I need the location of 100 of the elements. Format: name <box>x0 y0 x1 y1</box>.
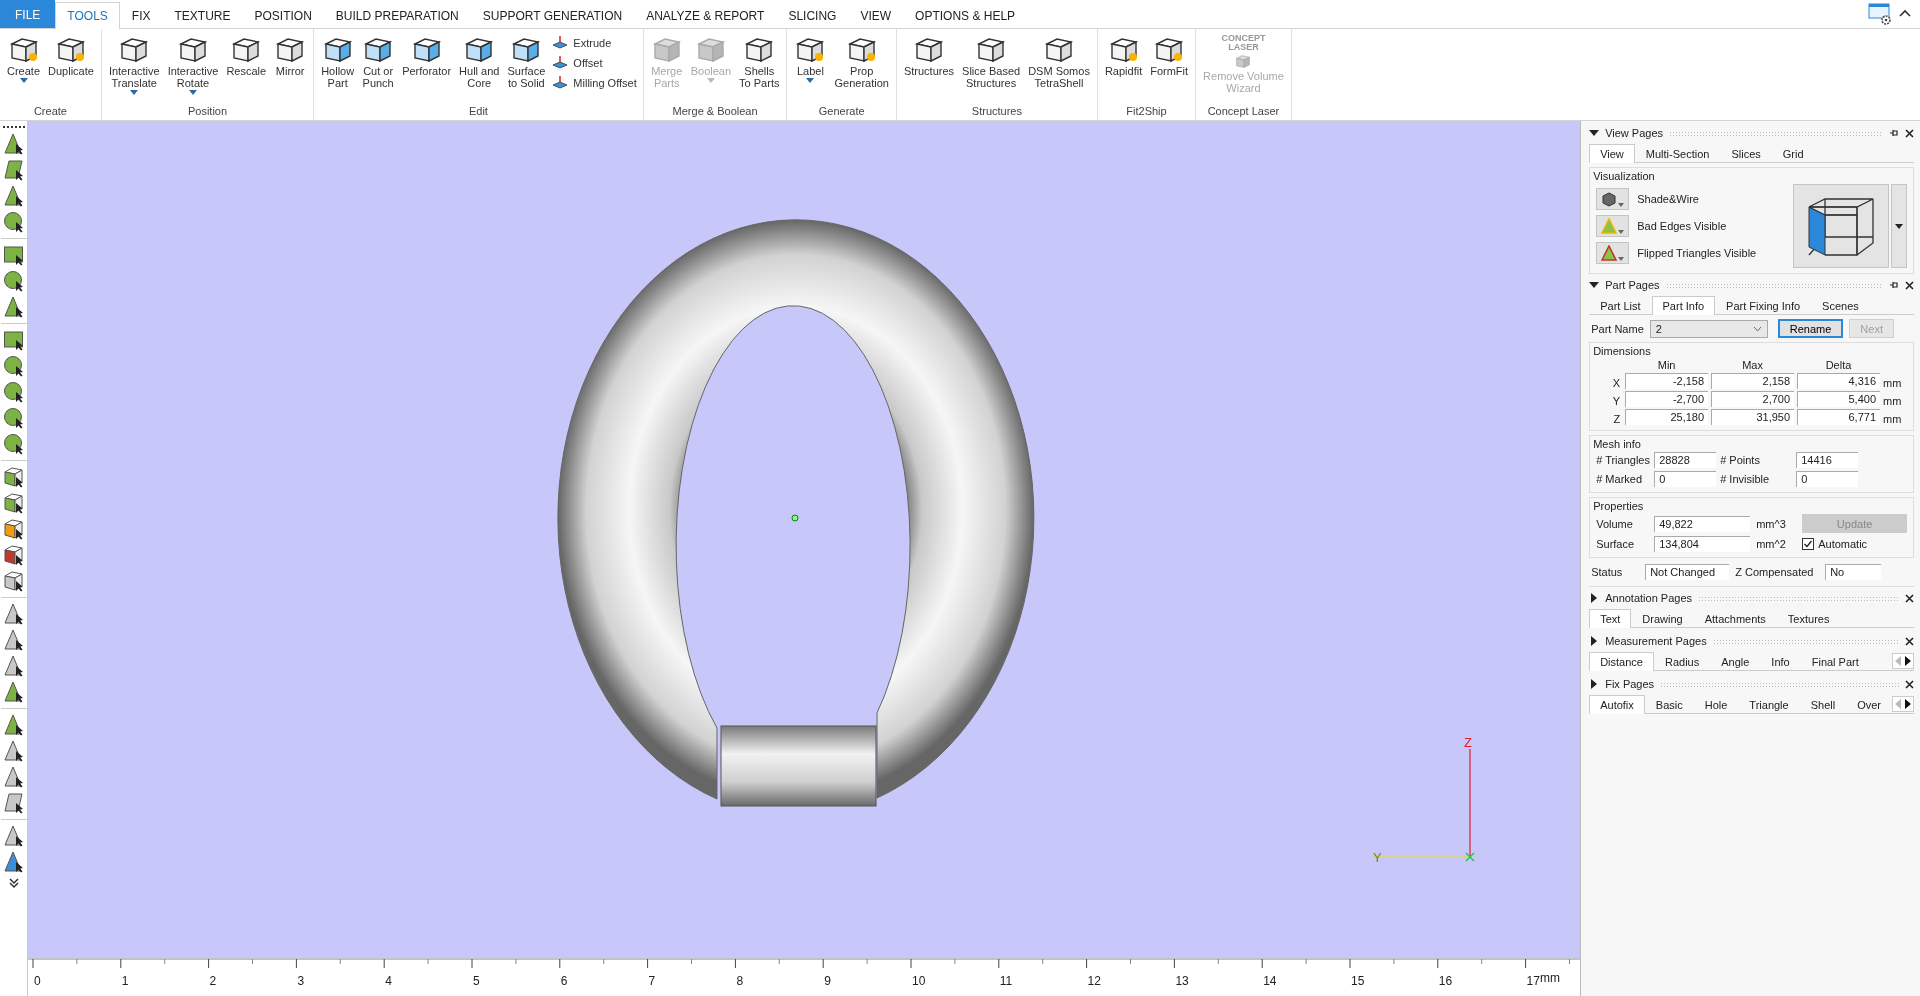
menu-tab[interactable]: VIEW <box>848 2 904 28</box>
page-tab[interactable]: Radius <box>1653 652 1711 671</box>
circle-tool-icon[interactable] <box>2 381 25 403</box>
window-settings-icon[interactable] <box>1868 3 1892 25</box>
page-tab[interactable]: Attachments <box>1693 609 1777 628</box>
ribbon-tool-button[interactable]: Structures <box>899 31 959 77</box>
page-tab[interactable]: Grid <box>1771 144 1815 163</box>
menu-tab[interactable]: SUPPORT GENERATION <box>470 2 635 28</box>
ribbon-tool-button[interactable]: Rescale <box>222 31 271 77</box>
value-field[interactable]: 0 <box>1654 471 1717 487</box>
close-icon[interactable] <box>1905 128 1914 138</box>
ribbon-tool-button[interactable]: Shells To Parts <box>735 31 784 89</box>
menu-tab[interactable]: SLICING <box>776 2 849 28</box>
pin-icon[interactable] <box>1889 280 1899 290</box>
cube-tool-icon[interactable] <box>2 492 25 514</box>
triangle-tool-icon[interactable] <box>2 603 25 625</box>
triangle-tool-icon[interactable] <box>2 740 25 762</box>
close-icon[interactable] <box>1905 280 1914 290</box>
value-field[interactable]: 0 <box>1796 471 1859 487</box>
ribbon-tool-button[interactable]: Cut or Punch <box>358 31 399 89</box>
menu-tab[interactable]: FILE <box>0 0 56 28</box>
max-field[interactable]: 2,700 <box>1711 391 1795 407</box>
ribbon-tool-button[interactable]: Rapidfit <box>1100 31 1147 77</box>
close-icon[interactable] <box>1905 593 1914 603</box>
ribbon-tool-button[interactable]: Perforator <box>398 31 456 77</box>
menu-tab[interactable]: ANALYZE & REPORT <box>634 2 777 28</box>
min-field[interactable]: -2,700 <box>1625 391 1709 407</box>
value-field[interactable]: 28828 <box>1654 452 1717 468</box>
delta-field[interactable]: 4,316 <box>1797 373 1880 389</box>
value-field[interactable]: 14416 <box>1796 452 1859 468</box>
max-field[interactable]: 2,158 <box>1711 373 1795 389</box>
page-tab[interactable]: Drawing <box>1631 609 1694 628</box>
ribbon-tool-button[interactable]: FormFit <box>1146 31 1193 77</box>
value-field[interactable]: 134,804 <box>1654 536 1751 552</box>
section-toggle-icon[interactable] <box>1589 280 1600 290</box>
status-field[interactable]: Not Changed <box>1645 564 1730 580</box>
menu-tab[interactable]: TOOLS <box>55 2 120 29</box>
page-tab[interactable]: Part Info <box>1651 296 1716 315</box>
page-tab[interactable]: Textures <box>1776 609 1841 628</box>
page-tab[interactable]: Info <box>1760 652 1801 671</box>
checkbox[interactable] <box>1802 538 1815 550</box>
close-icon[interactable] <box>1905 679 1914 689</box>
circle-tool-icon[interactable] <box>2 270 25 292</box>
min-field[interactable]: 25,180 <box>1625 409 1709 425</box>
page-tab[interactable]: Slices <box>1720 144 1772 163</box>
page-tab[interactable]: Scenes <box>1811 296 1870 315</box>
page-tab[interactable]: Part Fixing Info <box>1715 296 1812 315</box>
delta-field[interactable]: 6,771 <box>1797 409 1880 425</box>
circle-tool-icon[interactable] <box>2 407 25 429</box>
parallelogram-tool-icon[interactable] <box>2 159 25 181</box>
page-tab[interactable]: Autofix <box>1589 695 1645 714</box>
scroll-right-icon[interactable] <box>1903 697 1913 711</box>
menu-tab[interactable]: OPTIONS & HELP <box>903 2 1028 28</box>
page-tab[interactable]: Final Part <box>1800 652 1870 671</box>
cube-tool-icon[interactable] <box>2 544 25 566</box>
page-tab[interactable]: Multi-Section <box>1634 144 1721 163</box>
triangle-tool-icon[interactable] <box>2 851 25 873</box>
value-field[interactable]: 49,822 <box>1654 515 1751 532</box>
page-tab[interactable]: Hole <box>1693 695 1739 714</box>
menu-tab[interactable]: TEXTURE <box>162 2 243 28</box>
small-tool-button[interactable]: Extrude <box>549 34 640 52</box>
cube-tool-icon[interactable] <box>2 466 25 488</box>
menu-tab[interactable]: FIX <box>119 2 163 28</box>
ribbon-tool-button[interactable]: Mirror <box>270 31 311 77</box>
circle-tool-icon[interactable] <box>2 433 25 455</box>
ribbon-tool-button[interactable]: Duplicate <box>44 31 98 77</box>
cube-tool-icon[interactable] <box>2 570 25 592</box>
page-tab[interactable]: Part List <box>1589 296 1652 315</box>
parallelogram-tool-icon[interactable] <box>2 792 25 814</box>
ribbon-tool-button[interactable]: Hollow Part <box>317 31 359 89</box>
more-tools-icon[interactable] <box>7 877 20 889</box>
page-tab[interactable]: Triangle <box>1738 695 1800 714</box>
pin-icon[interactable] <box>1889 128 1899 138</box>
triangle-tool-icon[interactable] <box>2 185 25 207</box>
ribbon-tool-button[interactable]: Interactive Rotate <box>163 31 223 95</box>
section-toggle-icon[interactable] <box>1589 128 1600 138</box>
triangle-tool-icon[interactable] <box>2 766 25 788</box>
ribbon-tool-button[interactable]: Surface to Solid <box>503 31 550 89</box>
min-field[interactable]: -2,158 <box>1625 373 1709 389</box>
menu-tab[interactable]: BUILD PREPARATION <box>323 2 471 28</box>
menu-tab[interactable]: POSITION <box>242 2 324 28</box>
max-field[interactable]: 31,950 <box>1711 409 1795 425</box>
square-tool-icon[interactable] <box>2 244 25 266</box>
ribbon-tool-button[interactable]: Hull and Core <box>455 31 504 89</box>
square-tool-icon[interactable] <box>2 329 25 351</box>
cube-tool-icon[interactable] <box>2 518 25 540</box>
page-tab[interactable]: View <box>1589 144 1635 163</box>
close-icon[interactable] <box>1905 636 1914 646</box>
ribbon-tool-button[interactable]: Interactive Translate <box>104 31 164 95</box>
page-tab[interactable]: Text <box>1589 609 1632 628</box>
triangle-tool-icon[interactable] <box>2 629 25 651</box>
z-compensated-field[interactable]: No <box>1825 564 1882 580</box>
small-tool-button[interactable]: Offset <box>549 54 640 72</box>
ribbon-tool-button[interactable]: Create <box>3 31 45 83</box>
page-tab[interactable]: Angle <box>1710 652 1761 671</box>
ribbon-tool-button[interactable]: Label <box>790 31 831 83</box>
grip-icon[interactable] <box>1 125 26 129</box>
page-tab[interactable]: Basic <box>1644 695 1694 714</box>
triangle-tool-icon[interactable] <box>2 133 25 155</box>
triangle-tool-icon[interactable] <box>2 681 25 703</box>
